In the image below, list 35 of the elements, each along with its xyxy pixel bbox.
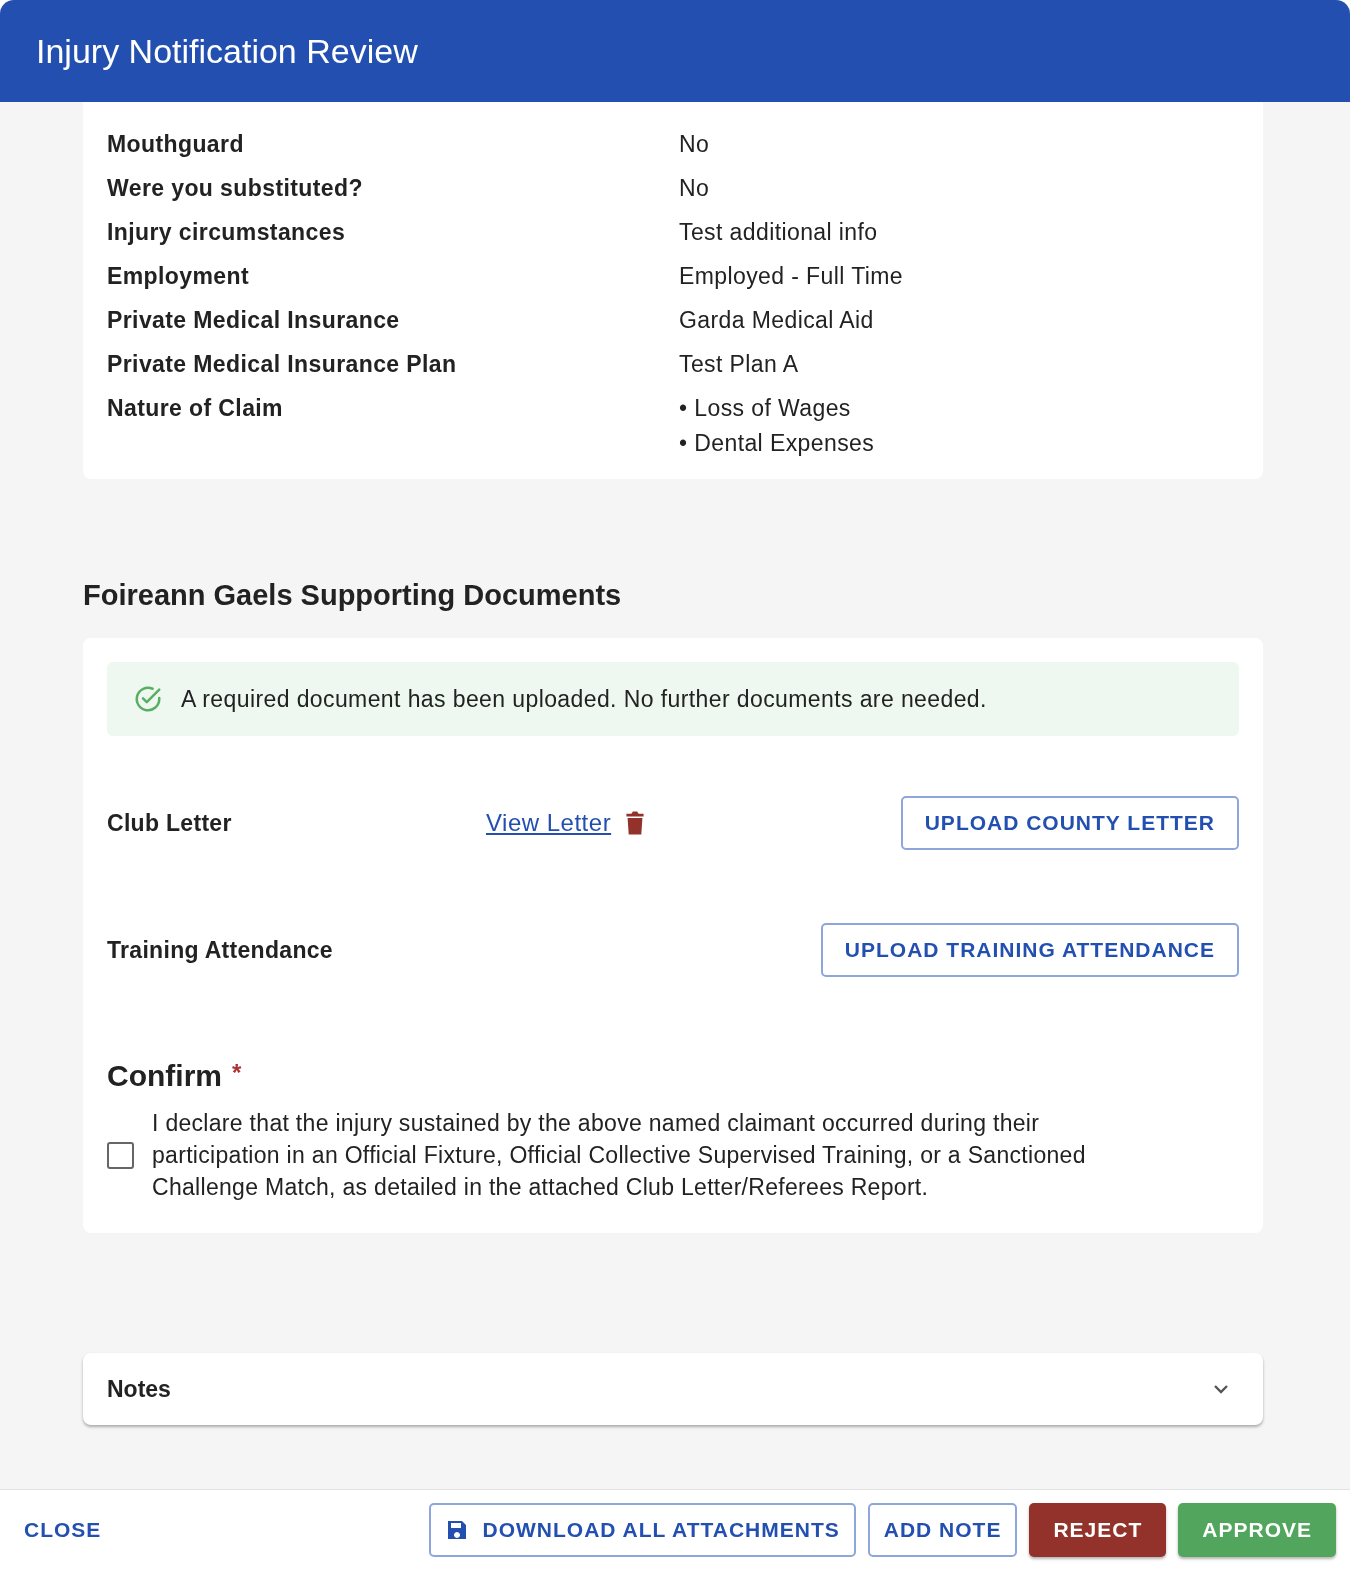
detail-label: Private Medical Insurance Plan	[107, 351, 458, 379]
confirm-title: Confirm	[107, 1059, 222, 1093]
detail-value: Test additional info	[679, 219, 878, 246]
footer-button[interactable]: REJECT	[1029, 1503, 1167, 1557]
notes-title: Notes	[107, 1375, 171, 1403]
footer-button[interactable]: DOWNLOAD ALL ATTACHMENTS	[428, 1503, 856, 1557]
delete-icon[interactable]	[625, 810, 646, 836]
detail-value: Test Plan A	[679, 351, 799, 378]
view-letter-link[interactable]: View Letter	[486, 809, 612, 837]
detail-label: Injury circumstances	[107, 219, 347, 247]
upload-button[interactable]: UPLOAD COUNTY LETTER	[900, 796, 1239, 850]
detail-label: Mouthguard	[107, 131, 245, 159]
detail-value: Employed - Full Time	[679, 263, 903, 290]
dialog-title: Injury Notification Review	[36, 31, 418, 71]
notes-accordion[interactable]: Notes	[83, 1353, 1263, 1425]
document-label: Training Attendance	[107, 936, 334, 964]
detail-label: Employment	[107, 263, 251, 291]
detail-label: Private Medical Insurance	[107, 307, 401, 335]
footer-button[interactable]: CLOSE	[10, 1503, 116, 1557]
document-label: Club Letter	[107, 809, 233, 837]
detail-value: Garda Medical Aid	[679, 307, 874, 334]
confirm-checkbox[interactable]	[107, 1141, 134, 1169]
check-circle-icon	[133, 684, 163, 714]
detail-value: • Loss of Wages	[679, 395, 852, 422]
alert-message: A required document has been uploaded. No further documents are needed.	[181, 685, 987, 713]
detail-label: Were you substituted?	[107, 175, 364, 203]
required-mark: *	[232, 1059, 242, 1088]
detail-label: Nature of Claim	[107, 395, 284, 423]
detail-value: • Dental Expenses	[679, 430, 875, 457]
upload-button[interactable]: UPLOAD TRAINING ATTENDANCE	[820, 923, 1239, 977]
footer-button[interactable]: ADD NOTE	[867, 1503, 1018, 1557]
detail-value: No	[679, 175, 710, 202]
declaration-text: I declare that the injury sustained by the above named claimant occurred during their participation in an Official Fixture, Official Collective Supervised Training, or a Sanctioned Challenge Match, as detailed in the attached Club Letter/Referees Report.	[152, 1109, 1087, 1202]
section-title: Foireann Gaels Supporting Documents	[83, 579, 623, 612]
detail-value: No	[679, 131, 710, 158]
